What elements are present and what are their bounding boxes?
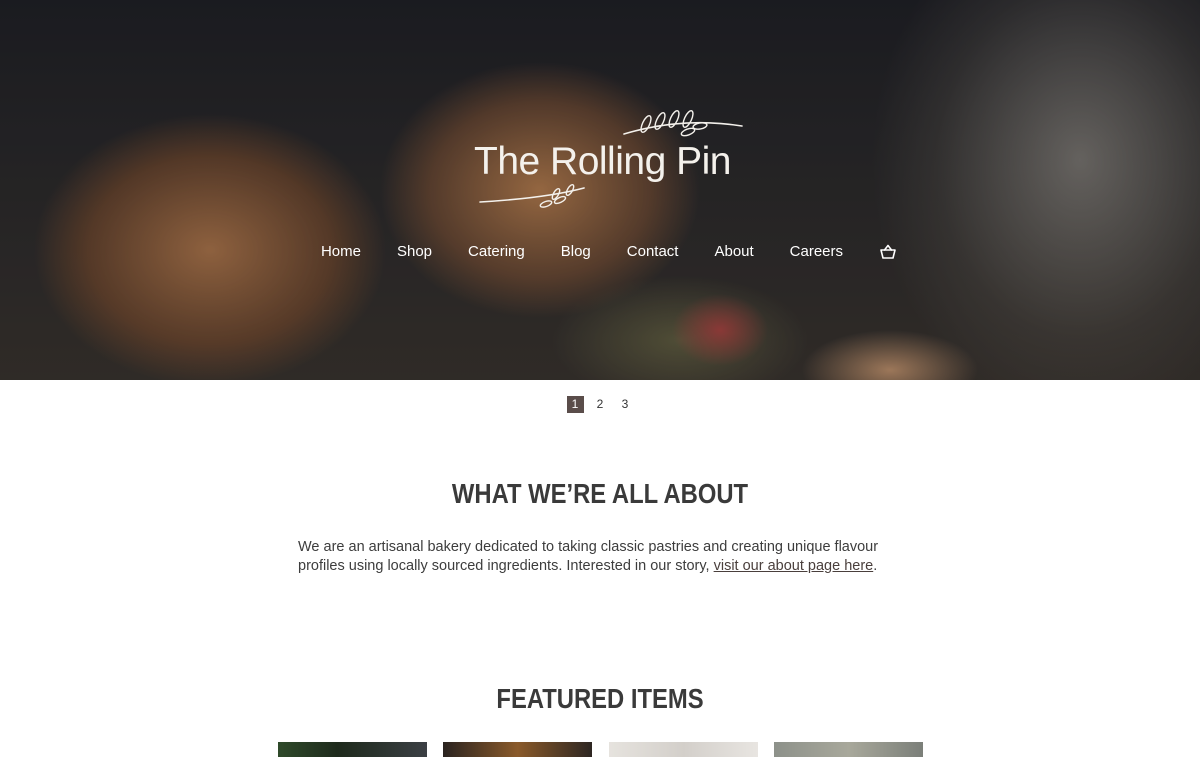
hero-banner: The Rolling Pin Home Shop Catering Blog … (0, 0, 1200, 380)
logo-text: The Rolling Pin (474, 140, 731, 183)
about-heading: WHAT WE’RE ALL ABOUT (451, 478, 749, 509)
featured-item-image[interactable] (774, 742, 923, 757)
page-1-button[interactable]: 1 (566, 395, 584, 413)
page-3-button[interactable]: 3 (617, 396, 634, 413)
featured-items-grid (278, 742, 924, 757)
logo[interactable]: The Rolling Pin (474, 104, 746, 212)
nav-careers[interactable]: Careers (790, 240, 843, 264)
basket-icon[interactable] (879, 243, 897, 261)
page-2-button[interactable]: 2 (592, 396, 609, 413)
nav-about[interactable]: About (714, 240, 753, 264)
nav-catering[interactable]: Catering (468, 240, 525, 264)
featured-item-image[interactable] (278, 742, 427, 757)
slider-pagination: 1 2 3 (0, 395, 1200, 413)
about-page-link[interactable]: visit our about page here (714, 558, 874, 574)
nav-shop[interactable]: Shop (397, 240, 432, 264)
featured-heading: FEATURED ITEMS (496, 683, 704, 714)
nav-blog[interactable]: Blog (561, 240, 591, 264)
about-text-end: . (873, 558, 878, 574)
about-paragraph: We are an artisanal bakery dedicated to … (298, 538, 898, 576)
nav-home[interactable]: Home (321, 240, 361, 264)
main-nav: Home Shop Catering Blog Contact About Ca… (0, 240, 1200, 264)
nav-contact[interactable]: Contact (627, 240, 679, 264)
featured-item-image[interactable] (443, 742, 592, 757)
featured-item-image[interactable] (609, 742, 758, 757)
